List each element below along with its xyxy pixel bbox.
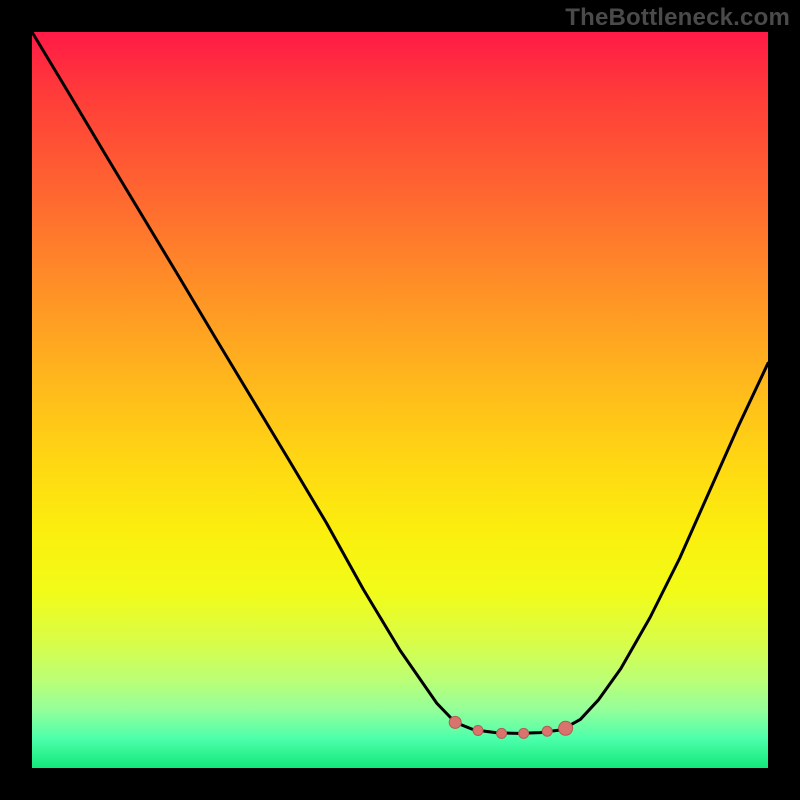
valley-marker: [497, 728, 507, 738]
watermark-text: TheBottleneck.com: [565, 4, 790, 32]
valley-marker: [473, 725, 483, 735]
valley-marker: [519, 728, 529, 738]
valley-marker: [559, 721, 573, 735]
bottleneck-curve: [32, 32, 768, 733]
valley-marker: [542, 726, 552, 736]
valley-marker: [449, 716, 461, 728]
chart-frame: TheBottleneck.com: [0, 0, 800, 800]
curve-layer: [32, 32, 768, 768]
plot-area: [32, 32, 768, 768]
